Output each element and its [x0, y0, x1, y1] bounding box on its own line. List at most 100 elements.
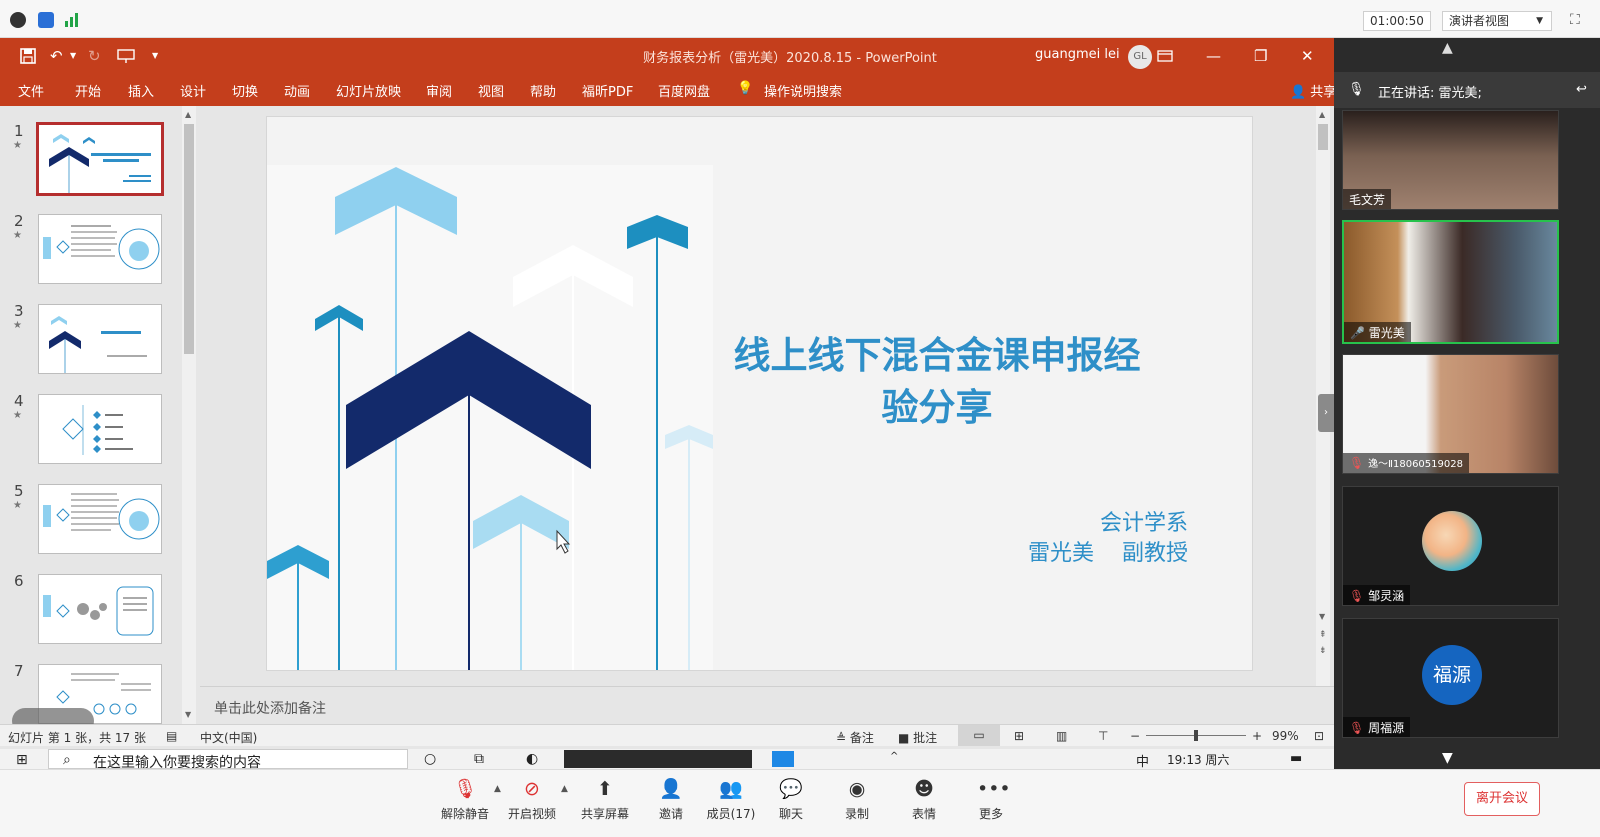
app-icon[interactable]: ◐ [526, 751, 538, 767]
animation-star-icon: ★ [13, 230, 22, 241]
share-screen-icon: ⬆ [597, 778, 613, 800]
tab-help[interactable]: 帮助 [530, 81, 556, 100]
video-tile-active-speaker[interactable]: 🎤 雷光美 [1342, 220, 1559, 344]
video-tile[interactable]: 🎙 邹灵涵 [1342, 486, 1559, 606]
slide-author[interactable]: 雷光美 副教授 [1028, 539, 1188, 569]
scroll-up-icon[interactable]: ▲ [185, 110, 191, 119]
tab-transitions[interactable]: 切换 [232, 81, 258, 100]
zoom-out-icon[interactable]: − [1130, 729, 1140, 743]
slide-thumbnail-3[interactable] [38, 304, 162, 374]
tab-baidu-netdisk[interactable]: 百度网盘 [658, 81, 710, 100]
slide-sorter-icon[interactable]: ⊞ [1014, 729, 1024, 743]
participant-name: 🎙 周福源 [1343, 717, 1411, 737]
start-video-button[interactable]: ⊘ 开启视频 [497, 776, 567, 832]
shield-icon[interactable] [38, 12, 54, 28]
share-button[interactable]: 👤 共享 [1290, 81, 1336, 100]
signal-icon[interactable] [64, 12, 80, 28]
ribbon-display-options-icon[interactable] [1157, 46, 1173, 66]
tab-slideshow[interactable]: 幻灯片放映 [336, 81, 401, 100]
view-mode-dropdown[interactable]: 演讲者视图 ▼ [1442, 11, 1552, 31]
record-button[interactable]: ◉ 录制 [822, 776, 892, 832]
slide-title[interactable]: 线上线下混合金课申报经 验分享 [677, 329, 1197, 433]
taskbar-search-box[interactable]: ⌕ 在这里输入你要搜索的内容 [48, 749, 408, 769]
notes-toggle[interactable]: ≜ 备注 [836, 729, 874, 746]
minimize-icon[interactable]: — [1206, 46, 1221, 66]
cortana-icon[interactable]: ○ [424, 751, 436, 767]
language[interactable]: 中文(中国) [200, 729, 257, 746]
video-tile[interactable]: 🎙 逸～Ⅱ18060519028 [1342, 354, 1559, 474]
slideshow-view-icon[interactable]: ⊤ [1098, 729, 1108, 743]
emoji-label: 表情 [911, 807, 936, 821]
video-tile[interactable]: 毛文芳 [1342, 110, 1559, 210]
chat-icon: 💬 [779, 778, 803, 800]
info-icon[interactable] [10, 12, 26, 28]
more-button[interactable]: ••• 更多 [956, 776, 1026, 832]
slide-title-line-2: 验分享 [881, 385, 993, 429]
tab-home[interactable]: 开始 [75, 81, 101, 100]
chevron-down-icon: ▼ [1536, 16, 1543, 26]
expand-panel-icon[interactable]: › [1318, 394, 1334, 432]
user-avatar[interactable]: GL [1128, 45, 1152, 69]
spell-check-icon[interactable]: ▤ [166, 729, 177, 743]
scroll-up-icon[interactable]: ▲ [1442, 40, 1453, 56]
participant-name-text: 逸～Ⅱ18060519028 [1368, 459, 1463, 470]
slide-canvas[interactable]: 线上线下混合金课申报经 验分享 会计学系 雷光美 副教授 [266, 116, 1253, 671]
tab-design[interactable]: 设计 [180, 81, 206, 100]
tab-insert[interactable]: 插入 [128, 81, 154, 100]
slide-thumbnail-2[interactable] [38, 214, 162, 284]
thumbnails-scrollbar[interactable]: ▲ ▼ [182, 106, 196, 724]
unmute-button[interactable]: 🎙 解除静音 [430, 776, 500, 832]
share-screen-button[interactable]: ⬆ 共享屏幕 [570, 776, 640, 832]
notification-icon[interactable]: ▬ [1290, 751, 1302, 766]
slide-thumbnail-5[interactable] [38, 484, 162, 554]
scroll-down-icon[interactable]: ▼ [1442, 750, 1453, 766]
fullscreen-icon[interactable]: ⛶ [1570, 12, 1586, 28]
tab-review[interactable]: 审阅 [426, 81, 452, 100]
tell-me-search[interactable]: 操作说明搜索 [764, 81, 842, 100]
close-icon[interactable]: ✕ [1301, 46, 1314, 66]
record-icon: ◉ [848, 778, 866, 800]
thumbnails-scroll-thumb[interactable] [184, 124, 194, 354]
restore-icon[interactable]: ❐ [1254, 46, 1267, 66]
thumb-number: 2 [14, 212, 24, 230]
video-options-icon[interactable]: ▲ [561, 784, 568, 794]
scroll-down-icon[interactable]: ▼ [1319, 612, 1325, 621]
slide-thumbnail-6[interactable] [38, 574, 162, 644]
scroll-down-icon[interactable]: ▼ [185, 710, 191, 719]
slide-department[interactable]: 会计学系 [1100, 509, 1188, 539]
scroll-up-icon[interactable]: ▲ [1319, 110, 1325, 119]
user-name[interactable]: guangmei lei [1035, 47, 1120, 62]
previous-slide-icon[interactable]: ⇞ [1319, 630, 1327, 640]
meeting-timer: 01:00:50 [1363, 11, 1431, 31]
slide-scroll-thumb[interactable] [1318, 124, 1328, 150]
zoom-in-icon[interactable]: + [1252, 729, 1262, 743]
zoom-level[interactable]: 99% [1272, 729, 1299, 743]
tab-animations[interactable]: 动画 [284, 81, 310, 100]
video-tile[interactable]: 福源 🎙 周福源 [1342, 618, 1559, 738]
chat-button[interactable]: 💬 聊天 [756, 776, 826, 832]
notes-pane[interactable]: 单击此处添加备注 [200, 686, 1334, 724]
leave-meeting-button[interactable]: 离开会议 [1464, 782, 1540, 816]
emoji-button[interactable]: ☻ 表情 [889, 776, 959, 832]
tab-file[interactable]: 文件 [18, 81, 44, 100]
animation-star-icon: ★ [13, 410, 22, 421]
taskbar-clock[interactable]: 19:13 周六 [1167, 751, 1229, 768]
normal-view-icon[interactable]: ▭ [958, 725, 1000, 746]
slide-thumbnail-1[interactable] [36, 122, 164, 196]
ime-indicator[interactable]: 中 [1136, 751, 1149, 769]
slide-thumbnail-4[interactable] [38, 394, 162, 464]
fit-slide-icon[interactable]: ⊡ [1314, 729, 1324, 743]
comments-toggle[interactable]: ■ 批注 [898, 729, 937, 746]
app-icon[interactable] [772, 751, 794, 767]
windows-start-icon[interactable]: ⊞ [16, 752, 28, 768]
task-view-icon[interactable]: ⧉ [474, 751, 484, 767]
reading-view-icon[interactable]: ▥ [1056, 729, 1067, 743]
comments-toggle-label: 批注 [913, 731, 938, 745]
browser-search-box[interactable] [564, 750, 752, 768]
next-slide-icon[interactable]: ⇟ [1319, 646, 1327, 656]
tab-view[interactable]: 视图 [478, 81, 504, 100]
zoom-slider-thumb[interactable] [1194, 730, 1198, 741]
tab-foxit-pdf[interactable]: 福昕PDF [582, 81, 633, 100]
collapse-icon[interactable]: ↩ [1576, 82, 1587, 97]
tray-expand-icon[interactable]: ^ [890, 751, 898, 762]
